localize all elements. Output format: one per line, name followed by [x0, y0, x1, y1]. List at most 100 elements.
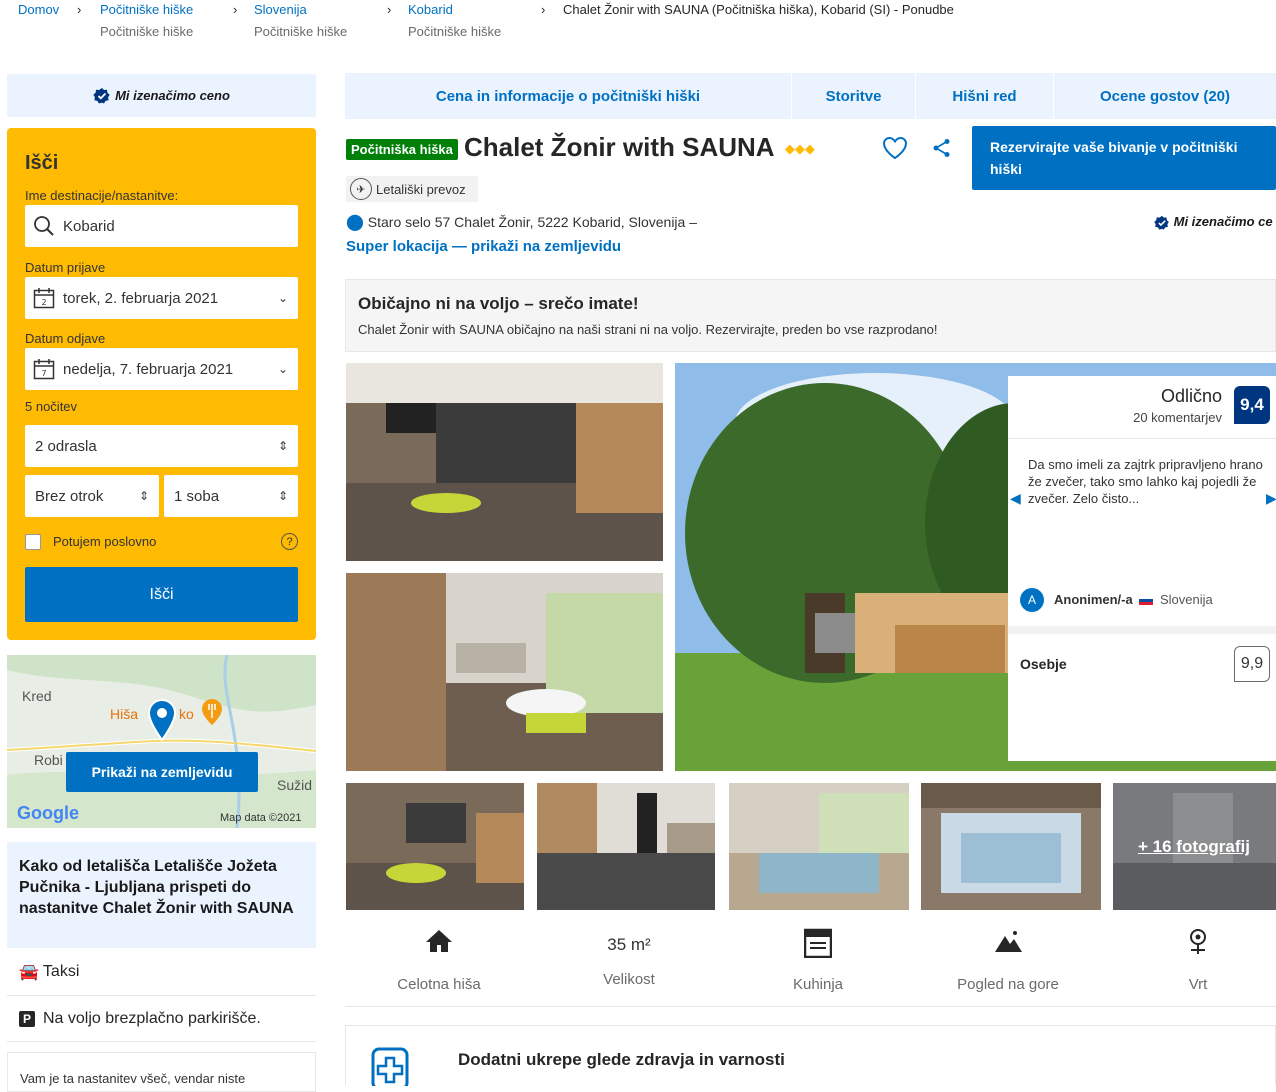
- show-on-map-button[interactable]: Prikaži na zemljevidu: [66, 752, 258, 792]
- garden-icon: [1190, 929, 1206, 954]
- destination-input[interactable]: Kobarid: [25, 205, 298, 247]
- breadcrumb-label[interactable]: Domov: [18, 2, 59, 17]
- rating-word: Odlično: [1160, 386, 1222, 406]
- tab-label[interactable]: Cena in informacije o počitniški hiški: [436, 88, 700, 105]
- breadcrumb-label[interactable]: Kobarid: [408, 2, 453, 17]
- calendar-icon: 2: [33, 288, 55, 309]
- car-icon: 🚘: [19, 963, 39, 981]
- price-match-label: Mi izenačimo ceno: [115, 88, 230, 103]
- tab-price-info[interactable]: Cena in informacije o počitniški hiški: [345, 73, 792, 119]
- tab-label[interactable]: Ocene gostov (20): [1100, 88, 1230, 105]
- breadcrumb-separator: ›: [541, 2, 546, 17]
- map-label: Sužid: [277, 777, 313, 793]
- shuttle-icon: ✈: [350, 178, 372, 200]
- google-logo: Google: [17, 803, 79, 823]
- health-safety-card: Dodatni ukrepe glede zdravja in varnosti: [345, 1025, 1276, 1086]
- photo-thumb-4[interactable]: [921, 783, 1101, 910]
- review-panel[interactable]: Odlično 20 komentarjev 9,4 Da smo imeli …: [1008, 376, 1276, 761]
- search-button[interactable]: Išči: [25, 567, 298, 622]
- property-name: Chalet Žonir with SAUNA: [464, 132, 774, 162]
- map-label: Robi: [34, 752, 63, 768]
- staff-score-badge: 9,9: [1234, 646, 1270, 682]
- search-icon: [34, 216, 54, 236]
- breadcrumb-holiday-homes[interactable]: Počitniške hiške Počitniške hiške: [100, 0, 193, 42]
- breadcrumb-label[interactable]: Počitniške hiške: [100, 2, 193, 17]
- divider: [1008, 438, 1276, 439]
- tab-label[interactable]: Hišni red: [952, 88, 1016, 105]
- photo-thumb-2[interactable]: [537, 783, 715, 910]
- breadcrumb-dropdown[interactable]: Počitniške hiške: [254, 22, 347, 42]
- checkin-date-picker[interactable]: 2 torek, 2. februarja 2021 ⌄: [25, 277, 298, 319]
- breadcrumb-kobarid[interactable]: Kobarid Počitniške hiške: [408, 0, 501, 42]
- amenity-kitchen: Kuhinja: [758, 928, 878, 993]
- help-icon[interactable]: ?: [281, 533, 298, 550]
- amenity-label: Celotna hiša: [397, 976, 481, 993]
- breadcrumb-label[interactable]: Slovenija: [254, 2, 307, 17]
- search-panel: Išči Ime destinacije/nastanitve: Kobarid…: [7, 128, 316, 640]
- photo-interior-1[interactable]: [346, 363, 663, 561]
- property-title-row: Chalet Žonir with SAUNA ◆◆◆: [464, 132, 815, 163]
- chevron-left-icon[interactable]: ◀: [1010, 490, 1021, 507]
- address-text: Staro selo 57 Chalet Žonir, 5222 Kobarid…: [367, 214, 698, 230]
- reserve-button[interactable]: Rezervirajte vaše bivanje v počitniški h…: [972, 126, 1276, 190]
- rooms-select[interactable]: 1 soba ⇕: [164, 475, 298, 517]
- checkin-value: torek, 2. februarja 2021: [63, 289, 219, 307]
- tab-label[interactable]: Storitve: [826, 88, 882, 105]
- tab-facilities[interactable]: Storitve: [792, 73, 916, 119]
- photo-thumb-3[interactable]: [729, 783, 909, 910]
- photo-interior-2[interactable]: [346, 573, 663, 771]
- checkout-value: nedelja, 7. februarja 2021: [63, 360, 234, 378]
- house-icon: [426, 930, 452, 952]
- business-trip-row: Potujem poslovno ?: [25, 533, 298, 550]
- availability-title: Običajno ni na voljo – srečo imate!: [358, 294, 639, 313]
- breadcrumb-dropdown[interactable]: Počitniške hiške: [100, 22, 193, 42]
- children-select[interactable]: Brez otrok ⇕: [25, 475, 159, 517]
- restaurant-pin-icon: [202, 699, 222, 725]
- map-preview[interactable]: Kred Hiša ko Robi Sužid Prikaži na zemlj…: [7, 655, 316, 828]
- heart-icon[interactable]: [882, 136, 908, 160]
- share-icon[interactable]: [932, 138, 952, 158]
- children-value: Brez otrok: [35, 487, 104, 505]
- breadcrumb-separator: ›: [233, 2, 238, 17]
- breadcrumb-separator: ›: [387, 2, 392, 17]
- like-property-card: Vam je ta nastanitev všeč, vendar niste: [7, 1052, 316, 1092]
- amenity-entire-house: Celotna hiša: [379, 928, 499, 993]
- divider: [345, 1006, 1276, 1007]
- mountain-icon: [995, 931, 1022, 952]
- show-map-link[interactable]: Super lokacija — prikaži na zemljevidu: [346, 238, 621, 255]
- checkout-date-picker[interactable]: 7 nedelja, 7. februarja 2021 ⌄: [25, 348, 298, 390]
- adults-select[interactable]: 2 odrasla ⇕: [25, 425, 298, 467]
- airport-title: Kako od letališča Letališče Jožeta Pučni…: [19, 858, 294, 917]
- chevron-right-icon[interactable]: ▶: [1266, 490, 1276, 507]
- amenity-garden: Vrt: [1138, 928, 1258, 993]
- business-checkbox[interactable]: [25, 533, 41, 550]
- size-value: 35 m²: [607, 935, 651, 954]
- chevron-down-icon: ⌄: [277, 291, 288, 305]
- calendar-icon: 7: [33, 359, 55, 380]
- tab-reviews[interactable]: Ocene gostov (20): [1054, 73, 1276, 119]
- star-rating-icon: ◆◆◆: [784, 141, 815, 157]
- photo-thumb-1[interactable]: [346, 783, 524, 910]
- map-label: ko: [179, 706, 194, 722]
- parking-icon: P: [19, 1010, 35, 1027]
- more-photos-link[interactable]: + 16 fotografij: [1138, 837, 1250, 857]
- updown-icon: ⇕: [277, 489, 288, 503]
- nights-count: 5 nočitev: [25, 399, 78, 414]
- breadcrumb-current: Chalet Žonir with SAUNA (Počitniška hišk…: [563, 0, 954, 20]
- airport-transfer-card: Kako od letališča Letališče Jožeta Pučni…: [7, 842, 316, 948]
- amenity-label: Pogled na gore: [957, 976, 1059, 993]
- checkout-label: Datum odjave: [25, 331, 106, 346]
- destination-value: Kobarid: [63, 217, 115, 235]
- breadcrumb-slovenia[interactable]: Slovenija Počitniške hiške: [254, 0, 347, 42]
- tab-house-rules[interactable]: Hišni red: [916, 73, 1054, 119]
- business-label[interactable]: Potujem poslovno: [53, 534, 281, 549]
- svg-text:7: 7: [41, 369, 46, 378]
- breadcrumb-dropdown[interactable]: Počitniške hiške: [408, 22, 501, 42]
- amenity-mountain-view: Pogled na gore: [948, 928, 1068, 993]
- review-author-row: Anonimen/-a Slovenija: [1054, 592, 1213, 607]
- photo-thumb-5[interactable]: + 16 fotografij: [1113, 783, 1276, 910]
- svg-text:2: 2: [41, 298, 46, 307]
- price-match-banner[interactable]: Mi izenačimo ceno: [7, 74, 316, 117]
- breadcrumb-home[interactable]: Domov: [18, 0, 59, 20]
- price-match-link[interactable]: Mi izenačimo ce: [1154, 214, 1273, 231]
